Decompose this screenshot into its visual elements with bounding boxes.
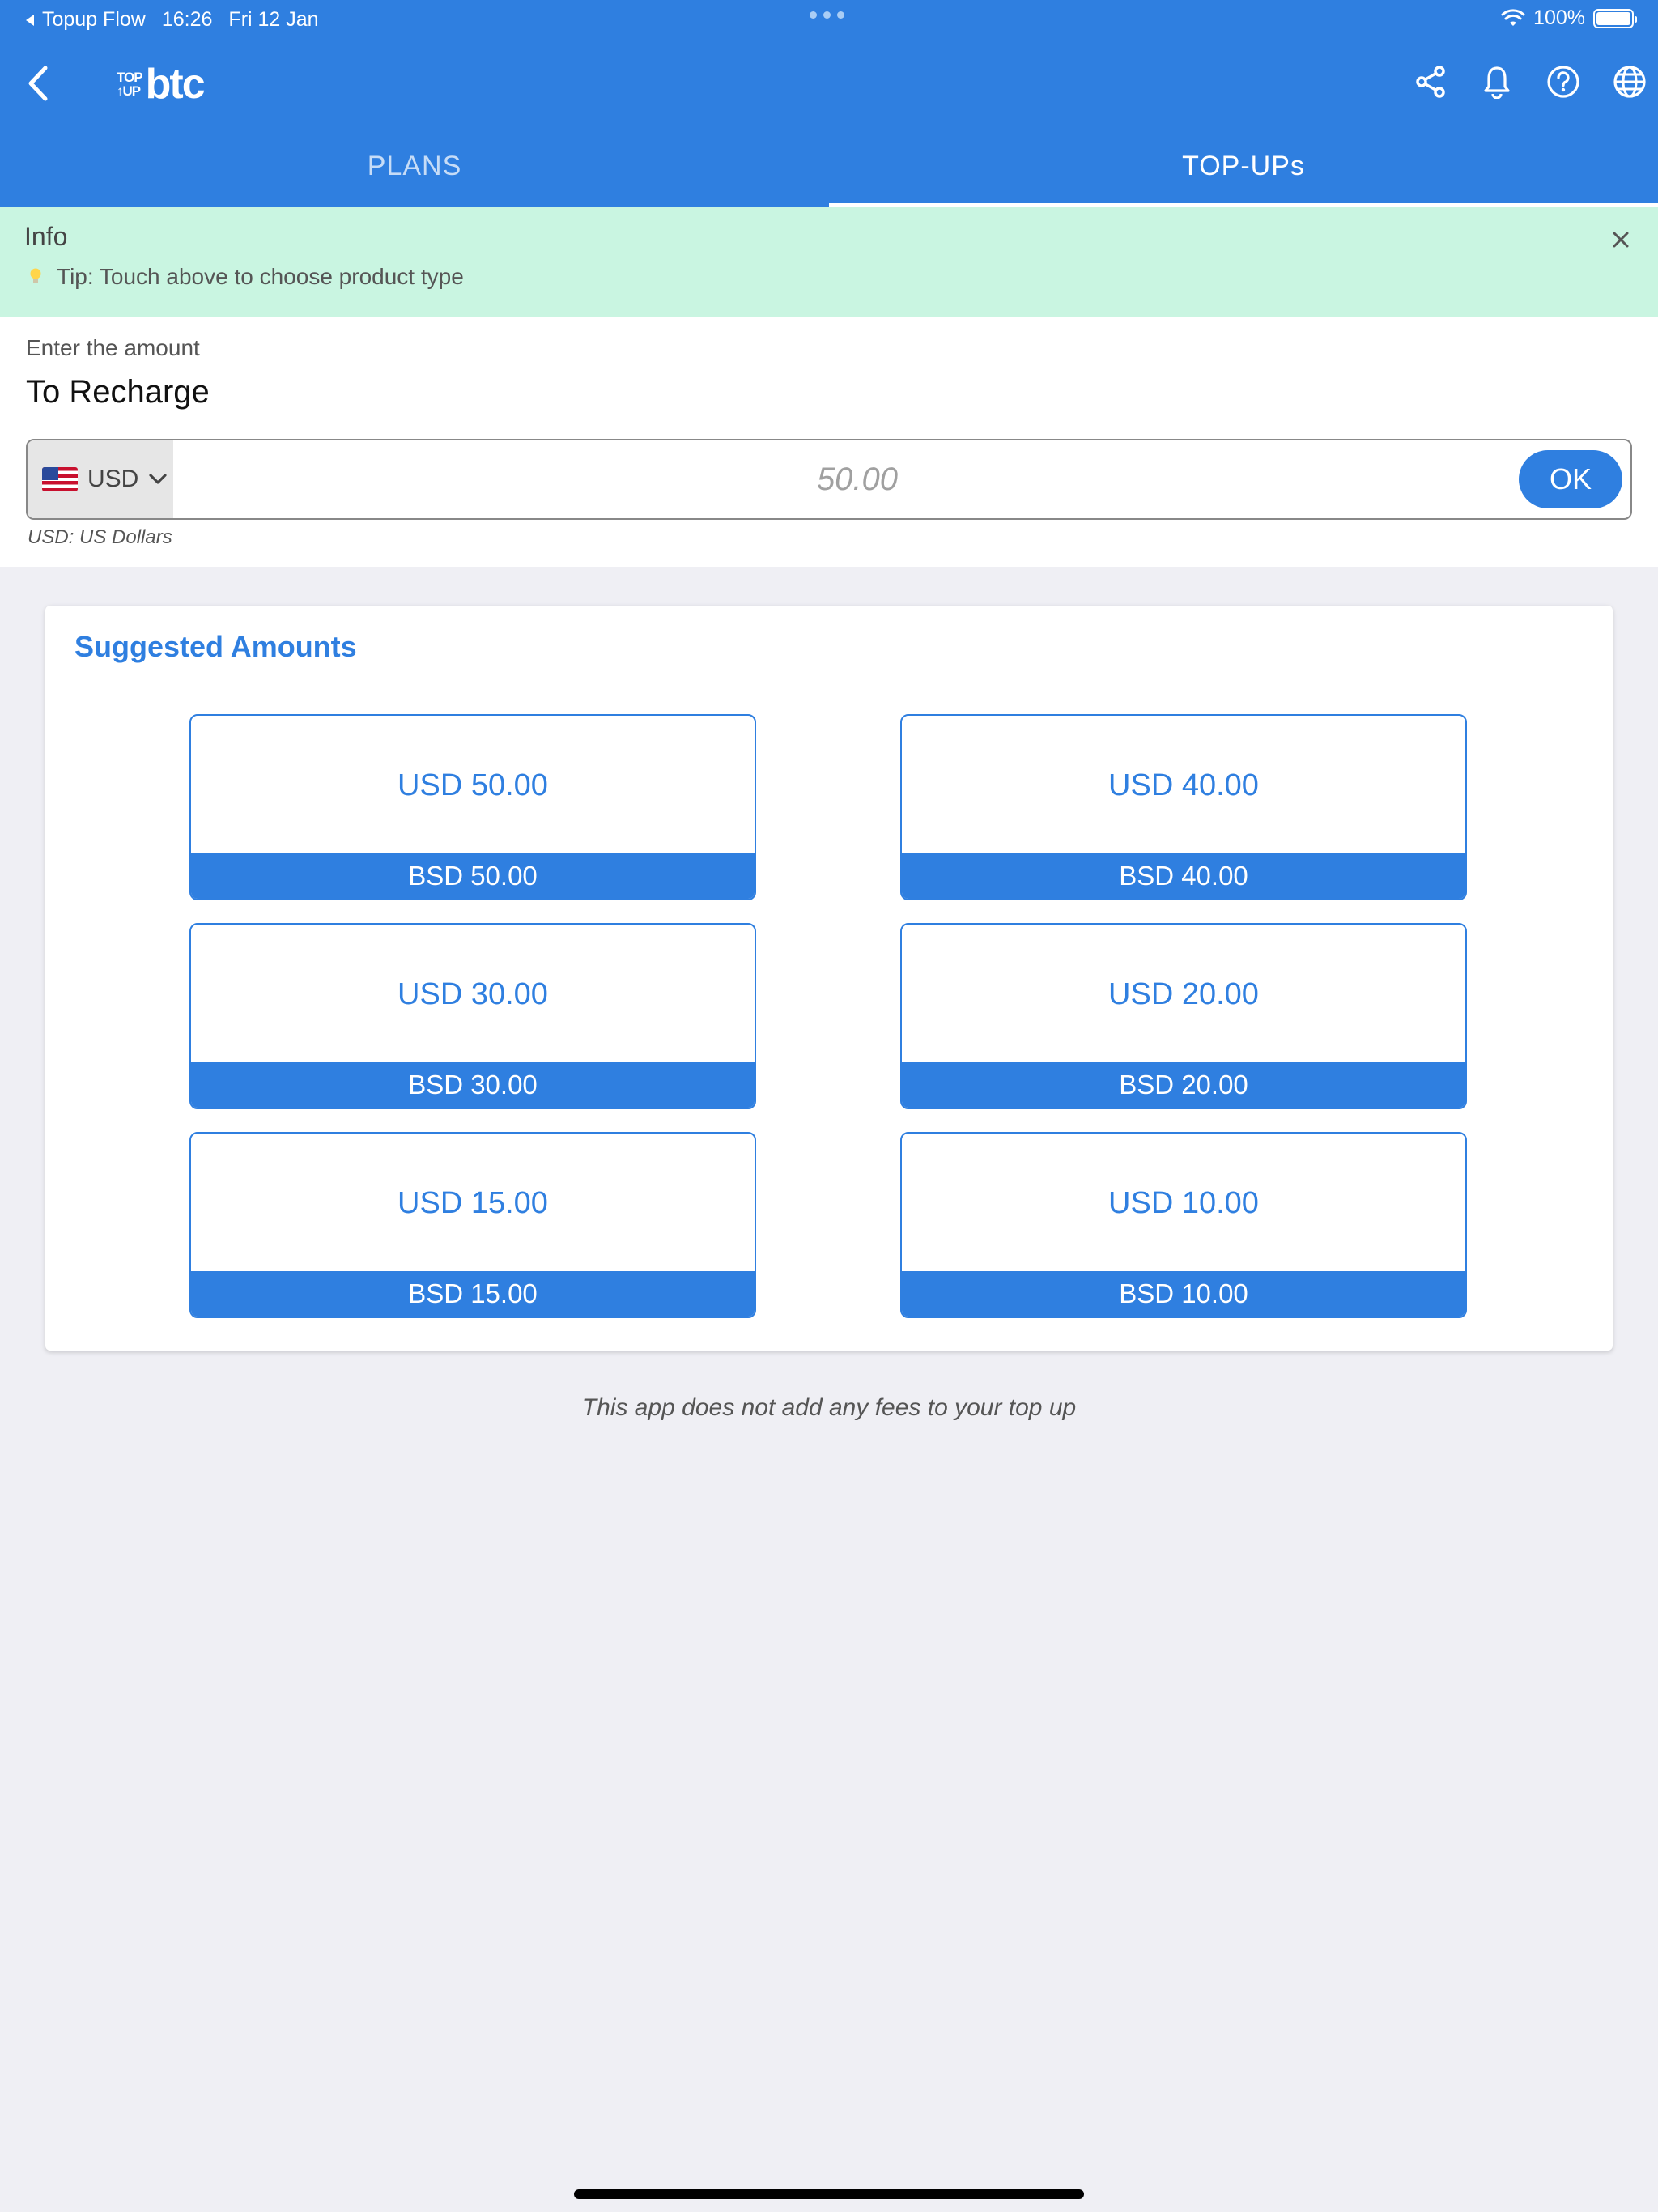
app-logo: TOP ↑UP btc [117,61,206,108]
suggested-amounts-card: Suggested Amounts USD 50.00 BSD 50.00 US… [45,606,1613,1351]
navbar: TOP ↑UP btc [0,49,1658,118]
amount-value: USD 40.00 [1108,768,1259,802]
amount-value: USD 30.00 [397,976,548,1011]
help-icon [1547,66,1579,98]
currency-code: USD [87,466,139,492]
bell-icon [1484,66,1510,99]
close-icon [1613,232,1629,248]
notifications-button[interactable] [1478,63,1516,100]
product-type-tabs: PLANS TOP-UPs [0,138,1658,207]
amount-local-value: BSD 15.00 [191,1271,755,1317]
chevron-left-icon [28,66,48,101]
amount-local-value: BSD 50.00 [191,853,755,899]
suggested-amount-option[interactable]: USD 30.00 BSD 30.00 [189,923,756,1109]
suggested-amount-option[interactable]: USD 40.00 BSD 40.00 [900,714,1467,900]
back-app-name: Topup Flow [42,8,146,31]
amount-input[interactable] [181,440,1533,518]
logo-btc: btc [145,61,206,108]
help-button[interactable] [1545,63,1582,100]
amount-value: USD 15.00 [397,1185,548,1220]
status-time: 16:26 [161,8,213,31]
globe-icon [1613,66,1646,98]
status-date: Fri 12 Jan [228,8,319,31]
share-icon [1416,66,1445,98]
currency-hint: USD: US Dollars [28,526,172,548]
info-close-button[interactable] [1605,223,1637,256]
chevron-down-icon [149,474,167,484]
status-bar-right: 100% [1501,6,1637,30]
status-bar-left: Topup Flow 16:26 Fri 12 Jan [24,8,319,32]
ok-button[interactable]: OK [1519,450,1622,508]
home-indicator[interactable] [574,2189,1084,2199]
amount-entry-section: Enter the amount To Recharge USD OK USD:… [0,317,1658,567]
info-tip: Tip: Touch above to choose product type [29,264,464,290]
us-flag-icon [42,467,78,491]
entry-title: To Recharge [26,374,210,410]
suggested-amount-option[interactable]: USD 20.00 BSD 20.00 [900,923,1467,1109]
back-to-app-link[interactable]: Topup Flow [24,8,146,32]
info-banner: Info Tip: Touch above to choose product … [0,207,1658,317]
info-title: Info [24,222,68,251]
amount-value: USD 10.00 [1108,1185,1259,1220]
wifi-icon [1501,8,1525,26]
battery-icon [1593,8,1637,28]
amount-field-group: USD OK [26,439,1632,520]
logo-topup-mark: TOP ↑UP [117,70,143,99]
suggested-amounts-title: Suggested Amounts [74,630,357,663]
app-header: Topup Flow 16:26 Fri 12 Jan 100% TOP ↑UP… [0,0,1658,207]
amount-local-value: BSD 20.00 [902,1062,1465,1108]
suggested-amount-option[interactable]: USD 10.00 BSD 10.00 [900,1132,1467,1318]
currency-selector[interactable]: USD [28,440,173,518]
share-button[interactable] [1412,63,1449,100]
amount-value: USD 20.00 [1108,976,1259,1011]
navbar-actions [1412,63,1648,100]
logo-small-bottom: ↑UP [117,83,141,99]
amount-local-value: BSD 10.00 [902,1271,1465,1317]
status-bar: Topup Flow 16:26 Fri 12 Jan 100% [0,0,1658,39]
battery-percent: 100% [1533,6,1585,29]
suggested-amount-option[interactable]: USD 15.00 BSD 15.00 [189,1132,756,1318]
amount-local-value: BSD 40.00 [902,853,1465,899]
logo-small-top: TOP [117,70,143,85]
tab-plans[interactable]: PLANS [0,138,829,207]
suggested-amount-option[interactable]: USD 50.00 BSD 50.00 [189,714,756,900]
language-button[interactable] [1611,63,1648,100]
entry-label: Enter the amount [26,335,200,360]
amount-value: USD 50.00 [397,768,548,802]
amount-local-value: BSD 30.00 [191,1062,755,1108]
back-button[interactable] [23,63,55,104]
no-fees-note: This app does not add any fees to your t… [581,1394,1077,1421]
tab-top-ups[interactable]: TOP-UPs [829,138,1658,207]
caret-left-icon [26,14,34,26]
multitasking-dots[interactable] [810,11,844,19]
lightbulb-icon [30,268,41,283]
info-tip-text: Tip: Touch above to choose product type [57,264,464,289]
